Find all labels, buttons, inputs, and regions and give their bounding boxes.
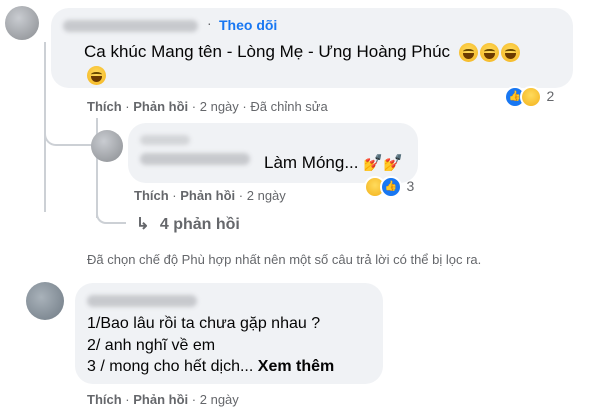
author-name[interactable] xyxy=(63,20,198,32)
filter-notice: Đã chọn chế độ Phù hợp nhất nên một số c… xyxy=(87,252,482,267)
like-button[interactable]: Thích xyxy=(87,99,122,114)
avatar[interactable] xyxy=(26,282,64,320)
comment-actions: Thích · Phản hồi · 2 ngày · Đã chỉnh sửa xyxy=(87,99,328,114)
dot-separator: · xyxy=(242,99,247,114)
reaction-count: 3 xyxy=(406,178,415,195)
grin-emoji-icon xyxy=(458,43,478,63)
reply-button[interactable]: Phản hồi xyxy=(180,188,235,203)
comment-actions: Thích · Phản hồi · 2 ngày xyxy=(87,392,239,407)
avatar[interactable] xyxy=(91,130,123,162)
author-name[interactable] xyxy=(140,153,250,165)
reply-reactions[interactable]: 👍 3 xyxy=(364,176,414,198)
grin-emoji-icon xyxy=(479,43,499,63)
comment-line: 3 / mong cho hết dịch... Xem thêm xyxy=(87,358,334,376)
comment-reactions[interactable]: 👍 2 xyxy=(504,86,554,108)
dot-separator: · xyxy=(191,392,197,407)
comment-line: 2/ anh nghĩ về em xyxy=(87,337,216,354)
like-button[interactable]: Thích xyxy=(87,392,122,407)
grin-emoji-icon xyxy=(87,66,106,85)
dot-separator: · xyxy=(238,188,244,203)
author-name[interactable] xyxy=(140,135,190,145)
like-button[interactable]: Thích xyxy=(134,188,169,203)
comment-bubble: 1/Bao lâu rồi ta chưa gặp nhau ? 2/ anh … xyxy=(75,283,383,384)
dot-separator: · xyxy=(125,392,130,407)
comment-text: Ca khúc Mang tên - Lòng Mẹ - Ưng Hoàng P… xyxy=(84,42,520,63)
reply-connector xyxy=(44,126,92,146)
reply-button[interactable]: Phản hồi xyxy=(133,99,188,114)
dot-separator: · xyxy=(207,15,212,31)
more-replies-label: 4 phản hồi xyxy=(159,216,240,233)
comment-text-value: Ca khúc Mang tên - Lòng Mẹ - Ưng Hoàng P… xyxy=(84,42,451,61)
see-more-link[interactable]: Xem thêm xyxy=(258,358,334,375)
timestamp[interactable]: 2 ngày xyxy=(200,392,239,407)
nail-polish-emoji-icon: 💅💅 xyxy=(363,155,404,172)
reply-connector xyxy=(96,208,126,224)
reply-button[interactable]: Phản hồi xyxy=(133,392,188,407)
grin-emoji-icon xyxy=(500,43,520,63)
timestamp[interactable]: 2 ngày xyxy=(247,188,286,203)
reply-actions: Thích · Phản hồi · 2 ngày xyxy=(134,188,286,203)
view-more-replies-link[interactable]: ↳ 4 phản hồi xyxy=(136,214,240,234)
comment-line-text: 3 / mong cho hết dịch... xyxy=(87,358,254,375)
haha-reaction-icon xyxy=(520,86,542,108)
edited-label: Đã chỉnh sửa xyxy=(250,99,328,114)
follow-button[interactable]: Theo dõi xyxy=(219,17,277,33)
comment-line: 1/Bao lâu rồi ta chưa gặp nhau ? xyxy=(87,315,321,332)
like-reaction-icon: 👍 xyxy=(380,176,402,198)
dot-separator: · xyxy=(125,99,130,114)
reply-text: Làm Móng... 💅💅 xyxy=(264,153,403,173)
timestamp[interactable]: 2 ngày xyxy=(200,99,239,114)
author-name[interactable] xyxy=(87,295,197,307)
dot-separator: · xyxy=(172,188,177,203)
comment-bubble: · Theo dõi Ca khúc Mang tên - Lòng Mẹ - … xyxy=(51,8,573,88)
reply-text-value: Làm Móng... xyxy=(264,153,359,172)
reply-arrow-icon: ↳ xyxy=(136,216,150,233)
avatar[interactable] xyxy=(5,6,39,40)
reaction-count: 2 xyxy=(546,88,555,105)
reply-bubble: Làm Móng... 💅💅 xyxy=(128,123,418,183)
dot-separator: · xyxy=(191,99,197,114)
